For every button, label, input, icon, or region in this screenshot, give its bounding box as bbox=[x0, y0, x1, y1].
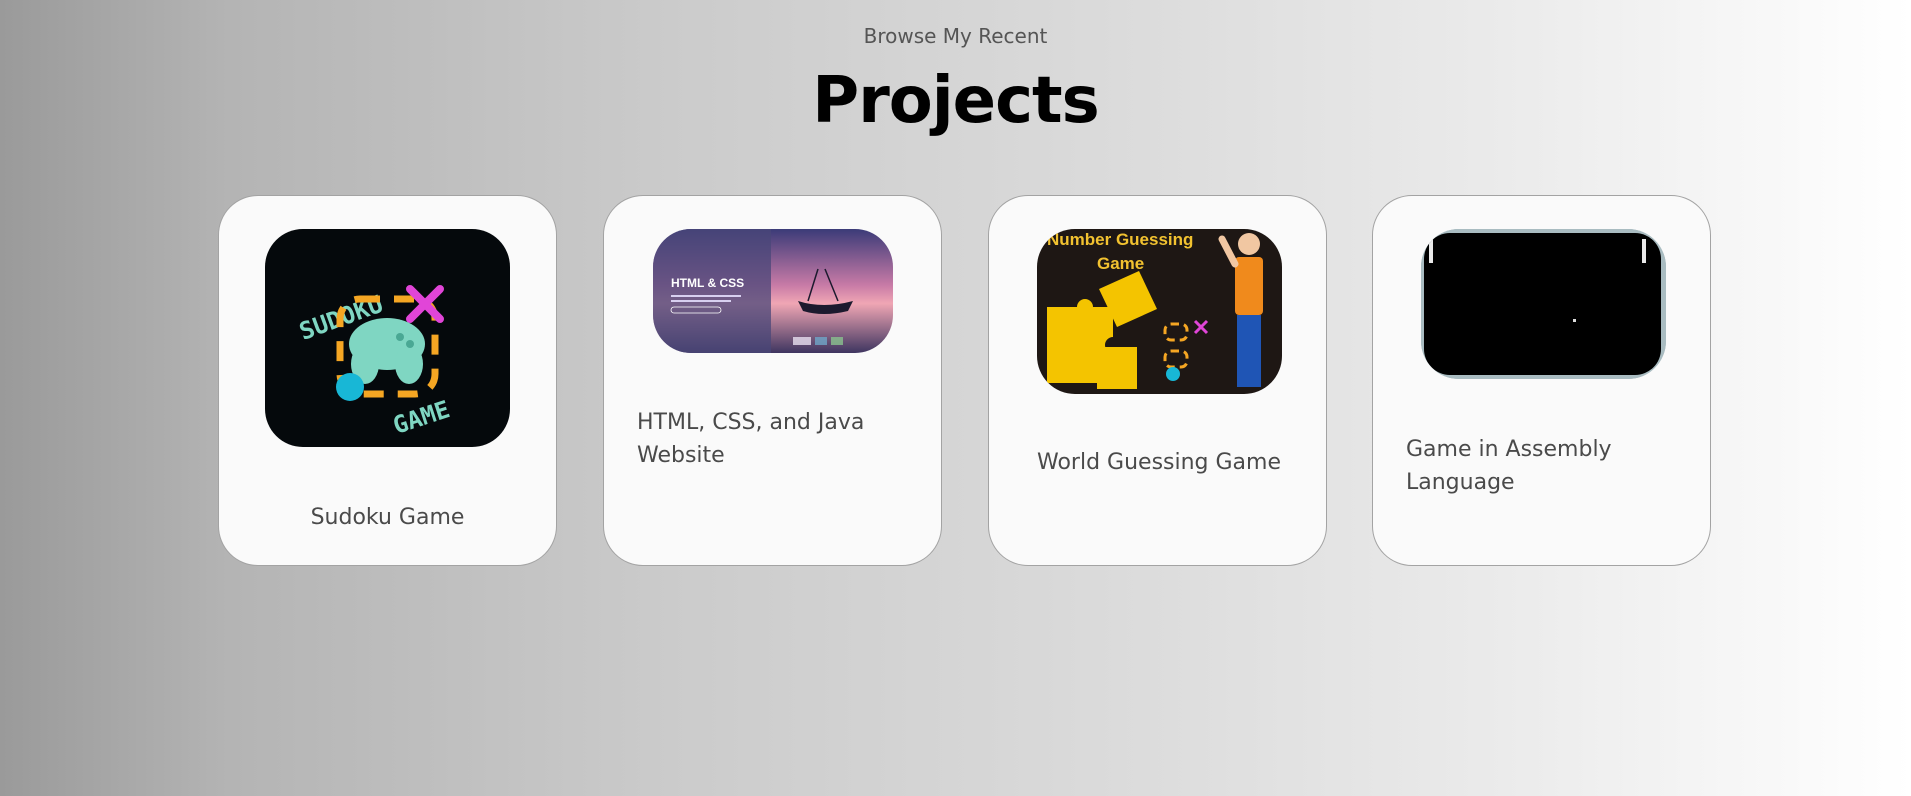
project-title: Game in Assembly Language bbox=[1406, 437, 1612, 495]
svg-text:HTML & CSS: HTML & CSS bbox=[671, 276, 744, 290]
project-card-assembly[interactable]: Game in Assembly Language bbox=[1372, 195, 1711, 566]
svg-text:Game: Game bbox=[1097, 254, 1144, 273]
section-subtitle: Browse My Recent bbox=[863, 24, 1048, 48]
number-guessing-game-banner-icon[interactable]: Number Guessing Game bbox=[1037, 229, 1282, 394]
project-card-website[interactable]: HTML & CSS HTML, CSS, and Java Website bbox=[603, 195, 942, 566]
svg-text:Number Guessing: Number Guessing bbox=[1047, 230, 1193, 249]
pong-game-screenshot-icon[interactable] bbox=[1421, 229, 1666, 379]
section-title: Projects bbox=[812, 64, 1099, 138]
project-title: Sudoku Game bbox=[310, 505, 465, 530]
project-card-sudoku[interactable]: SUDOKU GAME Sudoku Game bbox=[218, 195, 557, 566]
project-card-guessing-game[interactable]: Number Guessing Game World Guessing Game bbox=[988, 195, 1327, 566]
project-title: World Guessing Game bbox=[1037, 450, 1281, 475]
sudoku-game-logo-icon[interactable]: SUDOKU GAME bbox=[265, 229, 510, 447]
website-screenshot-icon[interactable]: HTML & CSS bbox=[653, 229, 893, 353]
project-title: HTML, CSS, and Java Website bbox=[637, 410, 865, 468]
